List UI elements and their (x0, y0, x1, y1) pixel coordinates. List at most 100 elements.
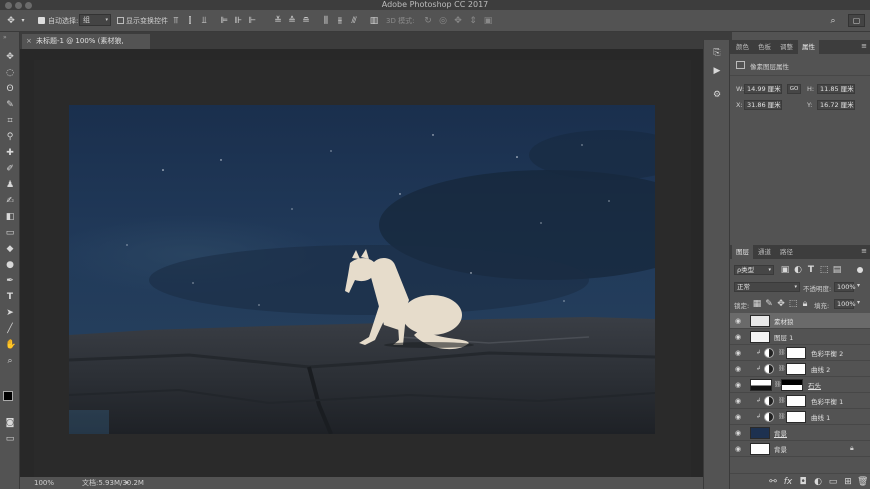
add-mask-icon[interactable]: ◘ (798, 477, 808, 487)
tab-swatches[interactable]: 色板 (754, 40, 775, 54)
history-panel-icon[interactable]: ⎘ (712, 48, 722, 58)
align-hcenter-icon[interactable]: ⊪ (233, 16, 243, 26)
y-field[interactable]: 16.72 厘米 (817, 100, 855, 110)
layer-row[interactable]: ◉ ↲ ⛓︎ 曲线 1 (730, 409, 870, 425)
align-vcenter-icon[interactable]: ⫿ (185, 16, 195, 26)
screen-mode-icon[interactable]: ▭ (5, 434, 15, 444)
distribute-left-icon[interactable]: ⫼ (321, 16, 331, 26)
zoom-tool-icon[interactable]: ⌕ (5, 356, 15, 366)
layer-row[interactable]: ◉ 素材狼 (730, 313, 870, 329)
blend-mode-dropdown[interactable]: 正常 ▾ (734, 282, 800, 292)
distribute-vcenter-icon[interactable]: ≙ (287, 16, 297, 26)
layer-name[interactable]: 色彩平衡 2 (811, 348, 843, 358)
x-field[interactable]: 31.86 厘米 (744, 100, 782, 110)
dodge-tool-icon[interactable]: ● (5, 260, 15, 270)
chevron-down-icon[interactable]: ▾ (857, 299, 860, 306)
fill-field[interactable]: 100% (834, 299, 856, 309)
visibility-eye-icon[interactable]: ◉ (735, 349, 743, 357)
layer-name[interactable]: 色彩平衡 1 (811, 396, 843, 406)
align-right-icon[interactable]: ⊩ (247, 16, 257, 26)
pen-tool-icon[interactable]: ✒ (5, 276, 15, 286)
layer-name[interactable]: 图层 1 (774, 332, 793, 342)
visibility-eye-icon[interactable]: ◉ (735, 381, 743, 389)
panel-menu-icon[interactable]: ≡ (861, 42, 867, 50)
zoom-window-button[interactable] (25, 2, 32, 9)
tool-presets-icon[interactable]: ⚙ (712, 90, 722, 100)
filter-smart-icon[interactable]: ▤ (832, 265, 842, 275)
eraser-tool-icon[interactable]: ◧ (5, 212, 15, 222)
visibility-eye-icon[interactable]: ◉ (735, 429, 743, 437)
height-field[interactable]: 11.85 厘米 (817, 84, 855, 94)
align-bottom-icon[interactable]: ⫫ (199, 16, 209, 26)
layer-row[interactable]: ◉ 背景 (730, 425, 870, 441)
visibility-eye-icon[interactable]: ◉ (735, 317, 743, 325)
visibility-eye-icon[interactable]: ◉ (735, 413, 743, 421)
3d-scale-icon[interactable]: ▣ (483, 16, 493, 26)
layer-row[interactable]: ◉ 图层 1 (730, 329, 870, 345)
filter-pixel-icon[interactable]: ▣ (780, 265, 790, 275)
type-tool-icon[interactable]: T (5, 292, 15, 302)
link-layers-icon[interactable]: ⚯ (768, 477, 778, 487)
auto-select-checkbox[interactable] (38, 17, 45, 24)
quick-mask-icon[interactable]: ◙ (5, 418, 15, 428)
move-tool-icon[interactable]: ✥ (5, 52, 15, 62)
new-group-icon[interactable]: ▭ (828, 477, 838, 487)
opacity-field[interactable]: 100% (834, 282, 856, 292)
lock-all-icon[interactable]: 🔒︎ (800, 299, 810, 309)
new-adjustment-icon[interactable]: ◐ (813, 477, 823, 487)
filter-adjustment-icon[interactable]: ◐ (793, 265, 803, 275)
zoom-level[interactable]: 100% (34, 477, 54, 489)
layer-filter-dropdown[interactable]: ρ类型 ▾ (734, 265, 774, 275)
layer-row[interactable]: ◉ 背景 🔒︎ (730, 441, 870, 457)
line-tool-icon[interactable]: ╱ (5, 324, 15, 334)
hand-tool-icon[interactable]: ✋ (5, 340, 16, 350)
lock-position-icon[interactable]: ✥ (776, 299, 786, 309)
layer-name[interactable]: 曲线 2 (811, 364, 830, 374)
crop-tool-icon[interactable]: ⌗ (5, 116, 15, 126)
tab-layers[interactable]: 图层 (732, 245, 753, 259)
layer-name[interactable]: 背景 (774, 428, 787, 438)
workspace-icon[interactable]: ▢ (848, 14, 865, 27)
distribute-hcenter-icon[interactable]: ⫵ (335, 16, 345, 26)
document-canvas[interactable] (69, 105, 655, 434)
distribute-top-icon[interactable]: ≚ (273, 16, 283, 26)
layer-name[interactable]: 石头 (808, 380, 821, 390)
history-brush-tool-icon[interactable]: ✍ (5, 196, 15, 206)
distribute-right-icon[interactable]: ⫻ (349, 16, 359, 26)
close-window-button[interactable] (5, 2, 12, 9)
lock-pixels-icon[interactable]: ✎ (764, 299, 774, 309)
brush-tool-icon[interactable]: ✐ (5, 164, 15, 174)
3d-rotate-icon[interactable]: ↻ (423, 16, 433, 26)
lasso-tool-icon[interactable]: ʘ (5, 84, 15, 94)
layer-row[interactable]: ◉ ⛓︎ 石头 (730, 377, 870, 393)
auto-align-icon[interactable]: ▥ (369, 16, 379, 26)
marquee-tool-icon[interactable]: ◌ (5, 68, 15, 78)
layer-name[interactable]: 背景 (774, 444, 787, 454)
tab-color[interactable]: 颜色 (732, 40, 753, 54)
filter-type-icon[interactable]: T (806, 265, 816, 275)
path-select-tool-icon[interactable]: ➤ (5, 308, 15, 318)
auto-select-dropdown[interactable]: 组 ▾ (79, 14, 111, 26)
distribute-bottom-icon[interactable]: ≘ (301, 16, 311, 26)
3d-slide-icon[interactable]: ⇕ (468, 16, 478, 26)
show-transform-checkbox[interactable] (117, 17, 124, 24)
close-tab-icon[interactable]: × (26, 34, 32, 49)
layer-style-icon[interactable]: fx (783, 477, 793, 487)
chevron-down-icon[interactable]: ▾ (857, 282, 860, 289)
3d-roll-icon[interactable]: ◎ (438, 16, 448, 26)
delete-layer-icon[interactable]: 🗑︎ (857, 477, 868, 487)
width-field[interactable]: 14.99 厘米 (744, 84, 782, 94)
visibility-eye-icon[interactable]: ◉ (735, 445, 743, 453)
panel-menu-icon[interactable]: ≡ (861, 247, 867, 255)
minimize-window-button[interactable] (15, 2, 22, 9)
3d-pan-icon[interactable]: ✥ (453, 16, 463, 26)
status-arrow-icon[interactable]: ▸ (126, 477, 129, 489)
clone-stamp-tool-icon[interactable]: ♟ (5, 180, 15, 190)
layer-name[interactable]: 曲线 1 (811, 412, 830, 422)
tab-paths[interactable]: 路径 (776, 245, 797, 259)
filter-shape-icon[interactable]: ⬚ (819, 265, 829, 275)
collapse-toolbox-icon[interactable]: » (3, 34, 7, 41)
layer-name[interactable]: 素材狼 (774, 316, 794, 326)
eyedropper-tool-icon[interactable]: ⚲ (5, 132, 15, 142)
layer-row[interactable]: ◉ ↲ ⛓︎ 色彩平衡 1 (730, 393, 870, 409)
